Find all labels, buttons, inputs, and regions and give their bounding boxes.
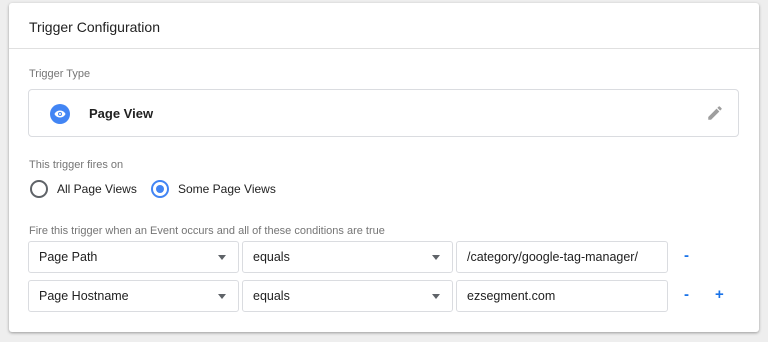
condition-value-input[interactable]: ezsegment.com bbox=[456, 280, 668, 312]
eye-icon bbox=[50, 104, 70, 124]
pencil-icon[interactable] bbox=[706, 104, 724, 122]
remove-condition-button[interactable]: - bbox=[684, 287, 689, 303]
radio-label: All Page Views bbox=[57, 182, 137, 196]
trigger-configuration-card: Trigger Configuration Trigger Type Page … bbox=[9, 3, 759, 332]
radio-button-checked[interactable] bbox=[151, 180, 169, 198]
radio-all-page-views[interactable]: All Page Views bbox=[30, 180, 137, 198]
operator-select[interactable]: equals bbox=[242, 241, 453, 273]
dropdown-arrow-icon bbox=[218, 294, 226, 299]
variable-value: Page Path bbox=[39, 250, 98, 264]
card-title: Trigger Configuration bbox=[9, 3, 759, 49]
dropdown-arrow-icon bbox=[432, 294, 440, 299]
operator-select[interactable]: equals bbox=[242, 280, 453, 312]
condition-value: /category/google-tag-manager/ bbox=[467, 250, 638, 264]
radio-button[interactable] bbox=[30, 180, 48, 198]
condition-value: ezsegment.com bbox=[467, 289, 556, 303]
variable-select[interactable]: Page Hostname bbox=[28, 280, 239, 312]
operator-value: equals bbox=[253, 289, 290, 303]
add-condition-button[interactable]: + bbox=[715, 287, 724, 303]
condition-value-input[interactable]: /category/google-tag-manager/ bbox=[456, 241, 668, 273]
dropdown-arrow-icon bbox=[432, 255, 440, 260]
radio-some-page-views[interactable]: Some Page Views bbox=[151, 180, 276, 198]
trigger-type-name: Page View bbox=[89, 106, 154, 121]
radio-label: Some Page Views bbox=[178, 182, 276, 196]
trigger-type-box[interactable]: Page View bbox=[28, 89, 739, 137]
variable-value: Page Hostname bbox=[39, 289, 129, 303]
dropdown-arrow-icon bbox=[218, 255, 226, 260]
variable-select[interactable]: Page Path bbox=[28, 241, 239, 273]
remove-condition-button[interactable]: - bbox=[684, 248, 689, 264]
conditions-label: Fire this trigger when an Event occurs a… bbox=[29, 225, 385, 237]
fires-on-label: This trigger fires on bbox=[29, 159, 124, 171]
operator-value: equals bbox=[253, 250, 290, 264]
trigger-type-label: Trigger Type bbox=[29, 68, 91, 80]
